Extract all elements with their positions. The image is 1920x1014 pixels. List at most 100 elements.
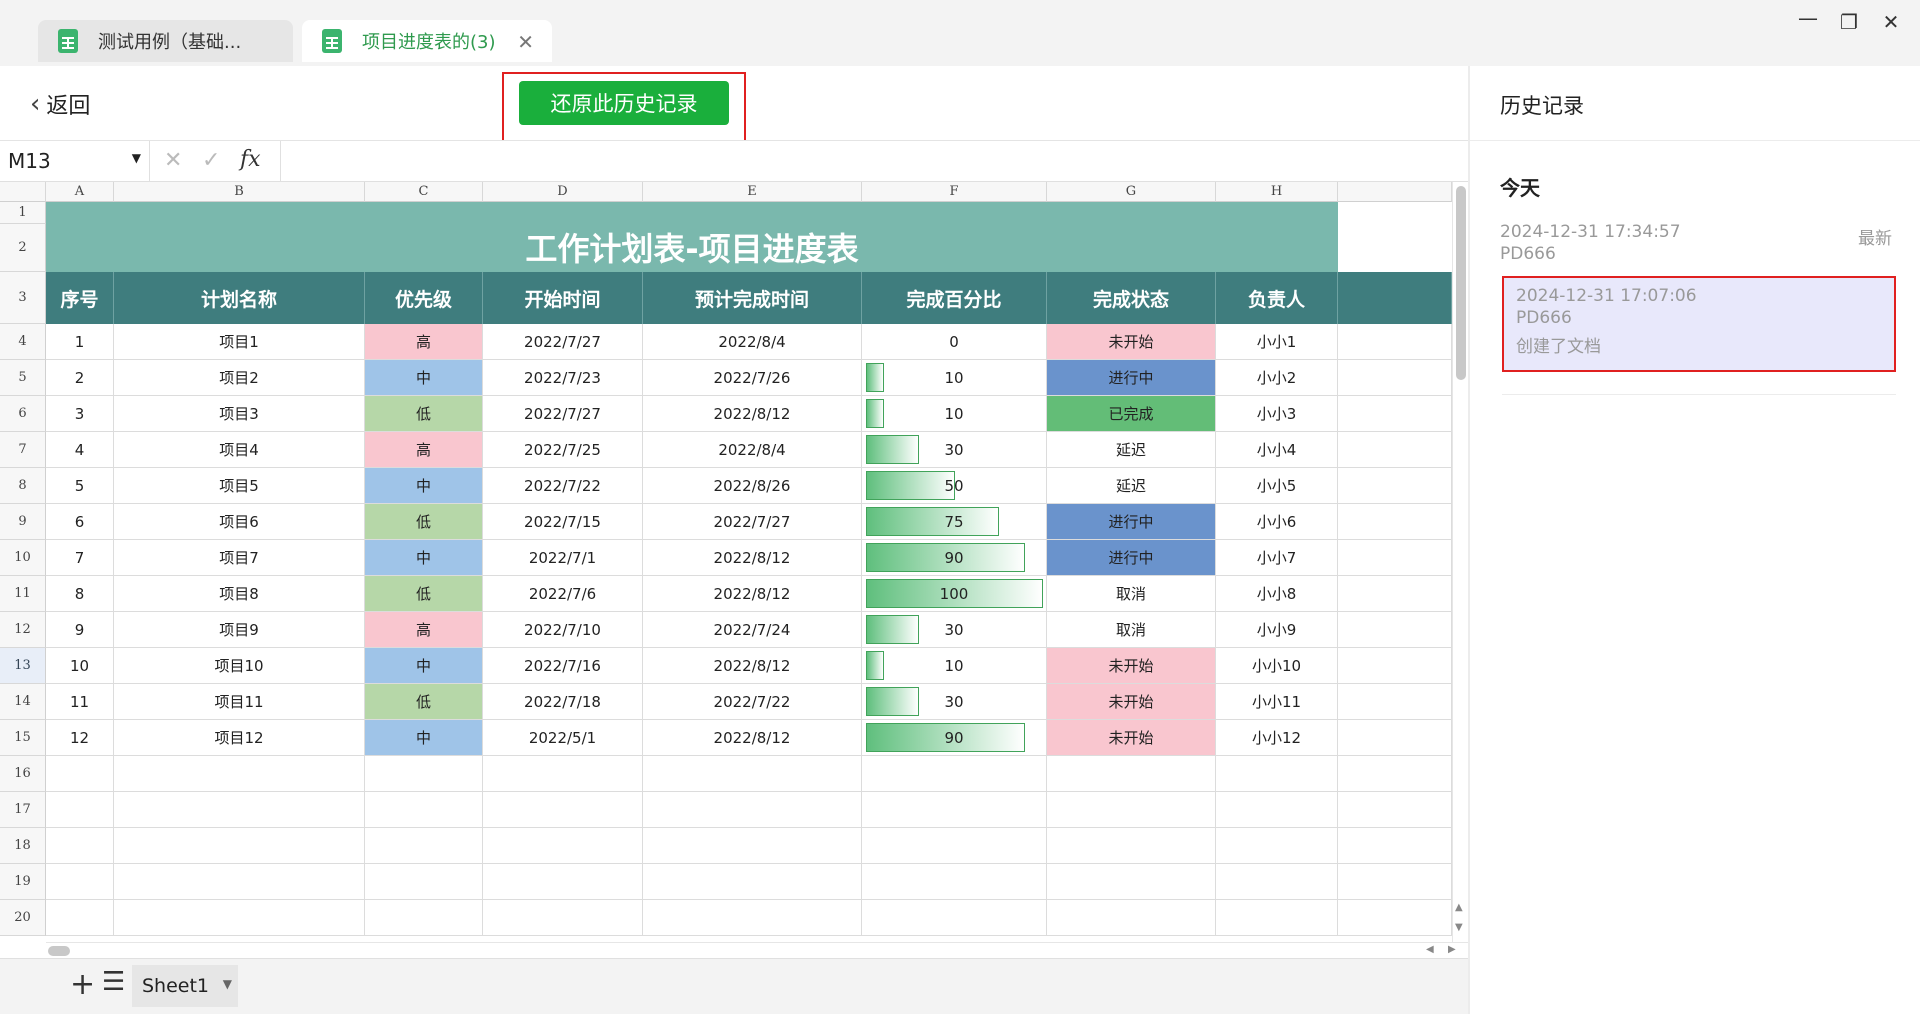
horizontal-scrollbar[interactable]: ◀ ▶ [46,942,1468,958]
row-header[interactable]: 2 [0,224,46,272]
table-cell-empty[interactable] [365,900,483,936]
table-cell-pct[interactable]: 30 [862,432,1047,468]
table-cell-empty[interactable] [365,792,483,828]
caret-down-icon[interactable]: ▼ [223,977,232,991]
table-cell-end[interactable]: 2022/8/12 [643,720,862,756]
column-header[interactable]: B [114,182,365,202]
table-header-cell-empty[interactable] [1338,272,1452,324]
table-cell-priority[interactable]: 中 [365,360,483,396]
column-header[interactable]: A [46,182,114,202]
table-cell-empty[interactable] [114,864,365,900]
spreadsheet-grid[interactable]: A B C D E F G H 1 2 3 4 5 6 7 8 9 10 11 12 13 14 15 16 17 18 19 20 工… [0,182,1452,942]
row-header[interactable]: 4 [0,324,46,360]
table-cell-owner[interactable]: 小小2 [1216,360,1338,396]
table-cell-start[interactable]: 2022/7/15 [483,504,643,540]
table-cell-empty[interactable] [114,828,365,864]
table-cell-empty[interactable] [1338,720,1452,756]
table-cell-empty[interactable] [1338,396,1452,432]
table-cell-name[interactable]: 项目1 [114,324,365,360]
row-header[interactable]: 12 [0,612,46,648]
table-cell-empty[interactable] [365,864,483,900]
table-cell-start[interactable]: 2022/7/1 [483,540,643,576]
column-header[interactable]: H [1216,182,1338,202]
table-cell-empty[interactable] [643,864,862,900]
table-cell-empty[interactable] [365,828,483,864]
table-cell-empty[interactable] [46,756,114,792]
row-header[interactable]: 17 [0,792,46,828]
row-header[interactable]: 9 [0,504,46,540]
table-cell-empty[interactable] [46,900,114,936]
table-cell-priority[interactable]: 中 [365,648,483,684]
table-cell-empty[interactable] [862,828,1047,864]
table-cell-empty[interactable] [1338,612,1452,648]
table-cell-priority[interactable]: 高 [365,432,483,468]
table-cell-priority[interactable]: 中 [365,720,483,756]
confirm-icon[interactable]: ✓ [202,148,220,173]
table-cell-end[interactable]: 2022/7/24 [643,612,862,648]
table-cell-empty[interactable] [114,756,365,792]
table-cell-empty[interactable] [1338,468,1452,504]
table-cell-owner[interactable]: 小小4 [1216,432,1338,468]
table-cell-no[interactable]: 9 [46,612,114,648]
table-cell-owner[interactable]: 小小9 [1216,612,1338,648]
table-cell-empty[interactable] [862,900,1047,936]
row-header[interactable]: 1 [0,202,46,224]
table-cell-status[interactable]: 未开始 [1047,720,1216,756]
table-cell-empty[interactable] [483,756,643,792]
table-cell-owner[interactable]: 小小12 [1216,720,1338,756]
row-header[interactable]: 3 [0,272,46,324]
table-cell-status[interactable]: 未开始 [1047,648,1216,684]
scroll-right-icon[interactable]: ▶ [1448,944,1456,955]
table-cell-empty[interactable] [483,900,643,936]
table-cell-status[interactable]: 未开始 [1047,324,1216,360]
table-cell-no[interactable]: 2 [46,360,114,396]
row-header[interactable]: 16 [0,756,46,792]
table-cell-empty[interactable] [114,900,365,936]
table-cell-pct[interactable]: 75 [862,504,1047,540]
table-cell-empty[interactable] [1216,864,1338,900]
table-cell-empty[interactable] [1047,756,1216,792]
row-header[interactable]: 15 [0,720,46,756]
row-header[interactable]: 14 [0,684,46,720]
table-cell-no[interactable]: 10 [46,648,114,684]
table-cell-empty[interactable] [1047,864,1216,900]
table-cell-name[interactable]: 项目8 [114,576,365,612]
back-button[interactable]: ‹ 返回 [30,88,90,120]
column-header[interactable]: C [365,182,483,202]
table-cell-end[interactable]: 2022/8/12 [643,540,862,576]
table-cell-start[interactable]: 2022/7/16 [483,648,643,684]
table-cell-status[interactable]: 进行中 [1047,540,1216,576]
table-cell-pct[interactable]: 10 [862,648,1047,684]
row-header[interactable]: 6 [0,396,46,432]
table-cell-start[interactable]: 2022/7/18 [483,684,643,720]
table-cell-start[interactable]: 2022/7/23 [483,360,643,396]
table-header-cell[interactable]: 完成百分比 [862,272,1047,324]
table-cell-start[interactable]: 2022/7/10 [483,612,643,648]
table-header-cell[interactable]: 开始时间 [483,272,643,324]
table-cell-status[interactable]: 进行中 [1047,360,1216,396]
table-cell-empty[interactable] [862,864,1047,900]
table-cell-empty[interactable] [643,900,862,936]
caret-down-icon[interactable]: ▼ [132,151,141,165]
table-cell-pct[interactable]: 30 [862,612,1047,648]
row-header[interactable]: 11 [0,576,46,612]
table-cell-start[interactable]: 2022/7/27 [483,324,643,360]
table-cell-status[interactable]: 进行中 [1047,504,1216,540]
table-cell-owner[interactable]: 小小3 [1216,396,1338,432]
table-cell-empty[interactable] [1047,792,1216,828]
table-cell-name[interactable]: 项目2 [114,360,365,396]
table-cell-priority[interactable]: 高 [365,612,483,648]
table-cell-pct[interactable]: 90 [862,720,1047,756]
table-cell-owner[interactable]: 小小8 [1216,576,1338,612]
table-cell-status[interactable]: 未开始 [1047,684,1216,720]
row-header[interactable]: 20 [0,900,46,936]
table-cell-empty[interactable] [1338,828,1452,864]
table-cell-priority[interactable]: 中 [365,540,483,576]
restore-history-button[interactable]: 还原此历史记录 [519,81,729,125]
table-cell-empty[interactable] [1338,756,1452,792]
table-cell-start[interactable]: 2022/7/25 [483,432,643,468]
table-cell-empty[interactable] [1216,756,1338,792]
table-cell-end[interactable]: 2022/8/12 [643,576,862,612]
table-cell-empty[interactable] [1047,900,1216,936]
table-cell-status[interactable]: 延迟 [1047,468,1216,504]
